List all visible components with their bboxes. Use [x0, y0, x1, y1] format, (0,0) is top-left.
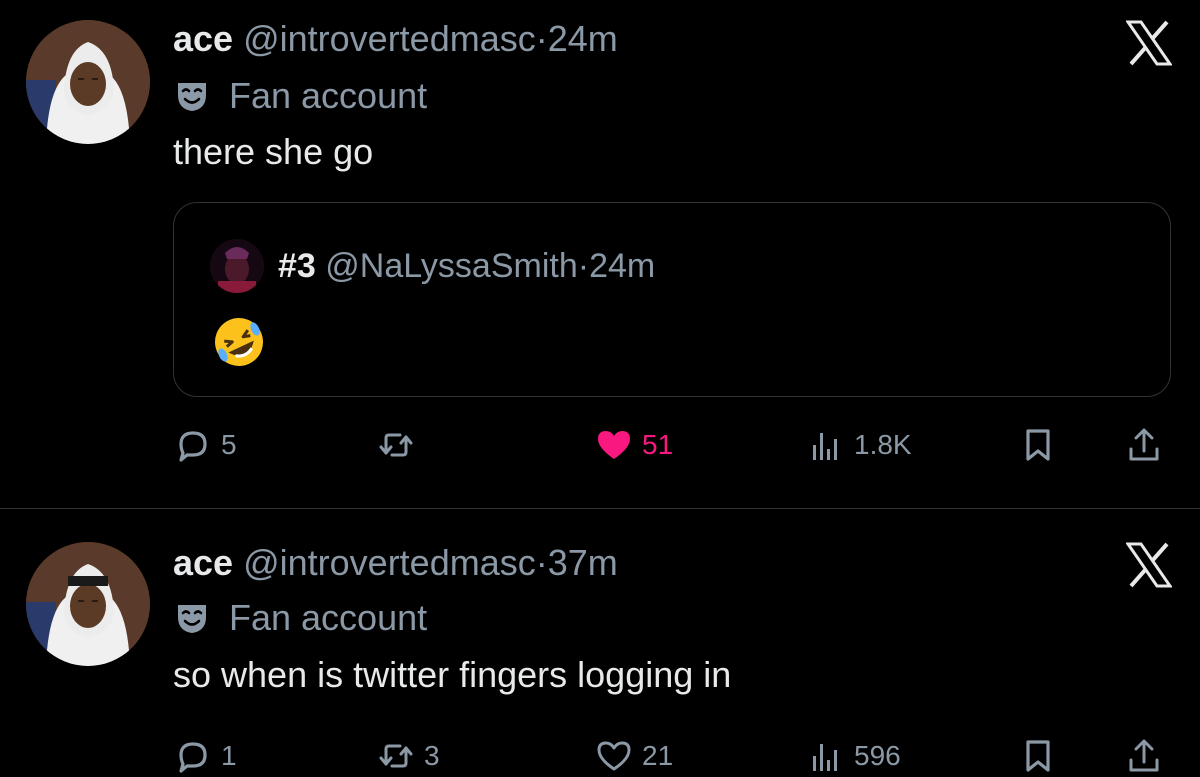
quoted-tweet[interactable]: #3 @NaLyssaSmith·24m [173, 202, 1171, 397]
reply-button[interactable]: 5 [175, 420, 237, 470]
repost-button[interactable] [378, 420, 424, 470]
tweet-header: ace @introvertedmasc·37m [173, 541, 618, 585]
reply-button[interactable]: 1 [175, 731, 237, 777]
account-label-text: Fan account [229, 75, 428, 116]
reply-count: 5 [221, 429, 237, 460]
x-logo-icon [1126, 542, 1172, 588]
like-button[interactable]: 21 [596, 731, 673, 777]
like-count: 21 [642, 740, 674, 771]
heart-outline-icon [597, 741, 631, 771]
tweet-text: so when is twitter fingers logging in [173, 654, 732, 695]
separator-dot: · [535, 18, 548, 59]
quoted-avatar[interactable] [210, 239, 264, 293]
reply-count: 1 [221, 740, 237, 771]
quoted-header: #3 @NaLyssaSmith·24m [278, 245, 655, 287]
user-handle[interactable]: @introvertedmasc [243, 542, 536, 583]
separator-dot: · [577, 247, 590, 285]
views-chart-icon [813, 433, 837, 460]
quoted-handle[interactable]: @NaLyssaSmith [325, 247, 577, 285]
share-button[interactable] [1126, 420, 1162, 470]
display-name[interactable]: ace [173, 542, 233, 583]
account-label: Fan account [175, 74, 427, 118]
repost-button[interactable]: 3 [378, 731, 440, 777]
views-chart-icon [813, 744, 837, 771]
avatar[interactable] [26, 20, 150, 144]
like-count: 51 [642, 429, 674, 460]
views-count: 1.8K [854, 429, 912, 460]
timestamp[interactable]: 37m [548, 542, 618, 583]
action-bar: 5 51 1.8K [0, 420, 1200, 470]
reply-icon [179, 431, 207, 462]
views-button[interactable]: 1.8K [808, 420, 912, 470]
tweet[interactable]: ace @introvertedmasc·37m Fan account so … [0, 509, 1200, 777]
x-logo-icon [1126, 20, 1172, 66]
tweet-text: there she go [173, 131, 374, 172]
bookmark-icon [1026, 429, 1050, 461]
theater-mask-icon [178, 605, 206, 633]
reply-icon [179, 742, 207, 773]
user-handle[interactable]: @introvertedmasc [243, 18, 536, 59]
share-icon [1129, 428, 1159, 461]
bookmark-icon [1026, 740, 1050, 772]
like-button[interactable]: 51 [596, 420, 673, 470]
repost-icon [379, 744, 413, 768]
tweet-feed: ace @introvertedmasc·24m Fan account the… [0, 0, 1200, 777]
theater-mask-icon [178, 83, 206, 111]
views-count: 596 [854, 740, 901, 771]
quoted-timestamp[interactable]: 24m [589, 247, 655, 285]
tweet-header: ace @introvertedmasc·24m [173, 17, 618, 61]
display-name[interactable]: ace [173, 18, 233, 59]
bookmark-button[interactable] [1020, 731, 1056, 777]
share-button[interactable] [1126, 731, 1162, 777]
tweet[interactable]: ace @introvertedmasc·24m Fan account the… [0, 0, 1200, 508]
repost-count: 3 [424, 740, 440, 771]
timestamp[interactable]: 24m [548, 18, 618, 59]
rolling-on-floor-laughing-emoji [215, 318, 263, 366]
avatar[interactable] [26, 542, 150, 666]
repost-icon [379, 433, 413, 457]
views-button[interactable]: 596 [808, 731, 901, 777]
bookmark-button[interactable] [1020, 420, 1056, 470]
heart-icon [598, 431, 630, 459]
quoted-display-name[interactable]: #3 [278, 247, 316, 285]
separator-dot: · [535, 542, 548, 583]
account-label: Fan account [175, 596, 427, 640]
account-label-text: Fan account [229, 597, 428, 638]
share-icon [1129, 739, 1159, 772]
action-bar: 1 3 21 596 [0, 731, 1200, 777]
